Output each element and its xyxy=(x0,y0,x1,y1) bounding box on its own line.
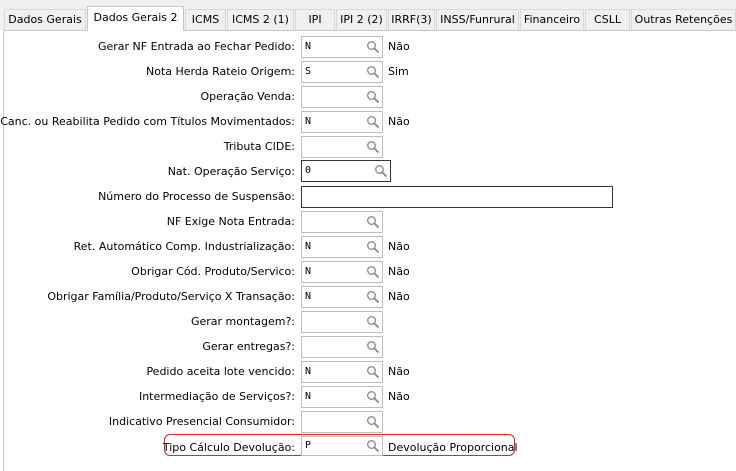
magnifier-icon[interactable] xyxy=(374,164,388,178)
field-gerar-nf-entrada[interactable]: N xyxy=(301,36,383,58)
field-pedido-aceita-lote[interactable]: N xyxy=(301,361,383,383)
field-label: Número do Processo de Suspensão: xyxy=(98,190,295,203)
magnifier-icon[interactable] xyxy=(366,315,380,329)
field-value: 0 xyxy=(305,165,312,176)
magnifier-icon[interactable] xyxy=(366,65,380,79)
field-value: N xyxy=(305,291,312,302)
field-description: Sim xyxy=(388,65,409,78)
magnifier-icon[interactable] xyxy=(366,90,380,104)
field-label: Nat. Operação Serviço: xyxy=(167,165,295,178)
tab-csll[interactable]: CSLL xyxy=(585,9,630,30)
field-nat-operacao-servico[interactable]: 0 xyxy=(301,160,391,182)
field-numero-processo-suspensao[interactable] xyxy=(301,186,613,208)
magnifier-icon[interactable] xyxy=(366,265,380,279)
tab-bar: Dados Gerais Dados Gerais 2 ICMS ICMS 2 … xyxy=(0,0,736,31)
tab-label: IRRF(3) xyxy=(391,13,432,26)
magnifier-icon[interactable] xyxy=(366,340,380,354)
field-description: Não xyxy=(388,365,410,378)
magnifier-icon[interactable] xyxy=(366,140,380,154)
field-label: Obrigar Cód. Produto/Servico: xyxy=(131,265,295,278)
field-description: Não xyxy=(388,240,410,253)
field-tributa-cide[interactable] xyxy=(301,136,383,158)
field-label: Intermediação de Serviços?: xyxy=(138,390,295,403)
tab-icms[interactable]: ICMS xyxy=(185,9,226,30)
field-label: Nota Herda Rateio Origem: xyxy=(145,65,295,78)
tab-dados-gerais-2[interactable]: Dados Gerais 2 xyxy=(87,6,184,31)
field-label: Canc. ou Reabilita Pedido com Títulos Mo… xyxy=(0,115,295,128)
tab-label: Dados Gerais xyxy=(8,13,82,26)
tab-irrf[interactable]: IRRF(3) xyxy=(388,9,435,30)
tab-label: ICMS 2 (1) xyxy=(232,13,289,26)
magnifier-icon[interactable] xyxy=(366,415,380,429)
tab-label: Dados Gerais 2 xyxy=(93,11,178,24)
field-value: N xyxy=(305,391,312,402)
field-obrigar-familia-produto[interactable]: N xyxy=(301,286,383,308)
field-description: Não xyxy=(388,390,410,403)
field-value: S xyxy=(305,66,312,77)
field-indicativo-presencial[interactable] xyxy=(301,411,383,433)
field-description: Não xyxy=(388,265,410,278)
tab-ipi-2[interactable]: IPI 2 (2) xyxy=(336,9,387,30)
field-description: Não xyxy=(388,290,410,303)
field-operacao-venda[interactable] xyxy=(301,86,383,108)
tab-inss-funrural[interactable]: INSS/Funrural xyxy=(436,9,519,30)
field-value: N xyxy=(305,41,312,52)
field-label: Tributa CIDE: xyxy=(223,140,295,153)
tab-label: IPI xyxy=(308,13,322,26)
field-value: N xyxy=(305,366,312,377)
tab-icms-2[interactable]: ICMS 2 (1) xyxy=(227,9,294,30)
field-label: Obrigar Família/Produto/Serviço X Transa… xyxy=(47,290,295,303)
field-description: Não xyxy=(388,40,410,53)
magnifier-icon[interactable] xyxy=(366,290,380,304)
tab-label: CSLL xyxy=(594,13,621,26)
magnifier-icon[interactable] xyxy=(366,40,380,54)
field-value: N xyxy=(305,266,312,277)
field-label: Pedido aceita lote vencido: xyxy=(146,365,295,378)
field-description: Não xyxy=(388,115,410,128)
field-label: Indicativo Presencial Consumidor: xyxy=(108,415,295,428)
field-value: N xyxy=(305,116,312,127)
magnifier-icon[interactable] xyxy=(366,390,380,404)
tab-label: Outras Retenções xyxy=(634,13,733,26)
field-nf-exige-nota-entrada[interactable] xyxy=(301,211,383,233)
field-canc-reabilita-pedido[interactable]: N xyxy=(301,111,383,133)
field-ret-automatico-comp[interactable]: N xyxy=(301,236,383,258)
tab-financeiro[interactable]: Financeiro xyxy=(520,9,584,30)
tab-dados-gerais[interactable]: Dados Gerais xyxy=(4,9,86,30)
field-label: Ret. Automático Comp. Industrialização: xyxy=(73,240,295,253)
field-label: NF Exige Nota Entrada: xyxy=(166,215,295,228)
tab-label: IPI 2 (2) xyxy=(340,13,383,26)
field-tipo-calculo-devolucao[interactable]: P xyxy=(301,436,383,456)
magnifier-icon[interactable] xyxy=(366,365,380,379)
tab-label: ICMS xyxy=(191,13,220,26)
tab-label: Financeiro xyxy=(523,13,581,26)
tab-label: INSS/Funrural xyxy=(440,13,515,26)
field-nota-herda-rateio[interactable]: S xyxy=(301,61,383,83)
field-value: N xyxy=(305,241,312,252)
field-gerar-montagem[interactable] xyxy=(301,311,383,333)
tab-outras-retencoes[interactable]: Outras Retenções xyxy=(631,9,736,30)
field-label: Gerar NF Entrada ao Fechar Pedido: xyxy=(97,40,295,53)
field-gerar-entregas[interactable] xyxy=(301,336,383,358)
field-label: Tipo Cálculo Devolução: xyxy=(162,441,295,454)
magnifier-icon[interactable] xyxy=(366,215,380,229)
magnifier-icon[interactable] xyxy=(366,439,380,453)
field-intermediacao-servicos[interactable]: N xyxy=(301,386,383,408)
magnifier-icon[interactable] xyxy=(366,115,380,129)
field-description: Devolução Proporcional xyxy=(388,441,518,454)
field-label: Gerar montagem?: xyxy=(190,315,295,328)
magnifier-icon[interactable] xyxy=(366,240,380,254)
field-label: Operação Venda: xyxy=(200,90,295,103)
tab-ipi[interactable]: IPI xyxy=(295,9,335,30)
field-obrigar-cod-produto[interactable]: N xyxy=(301,261,383,283)
field-label: Gerar entregas?: xyxy=(202,340,295,353)
field-value: P xyxy=(305,440,312,451)
